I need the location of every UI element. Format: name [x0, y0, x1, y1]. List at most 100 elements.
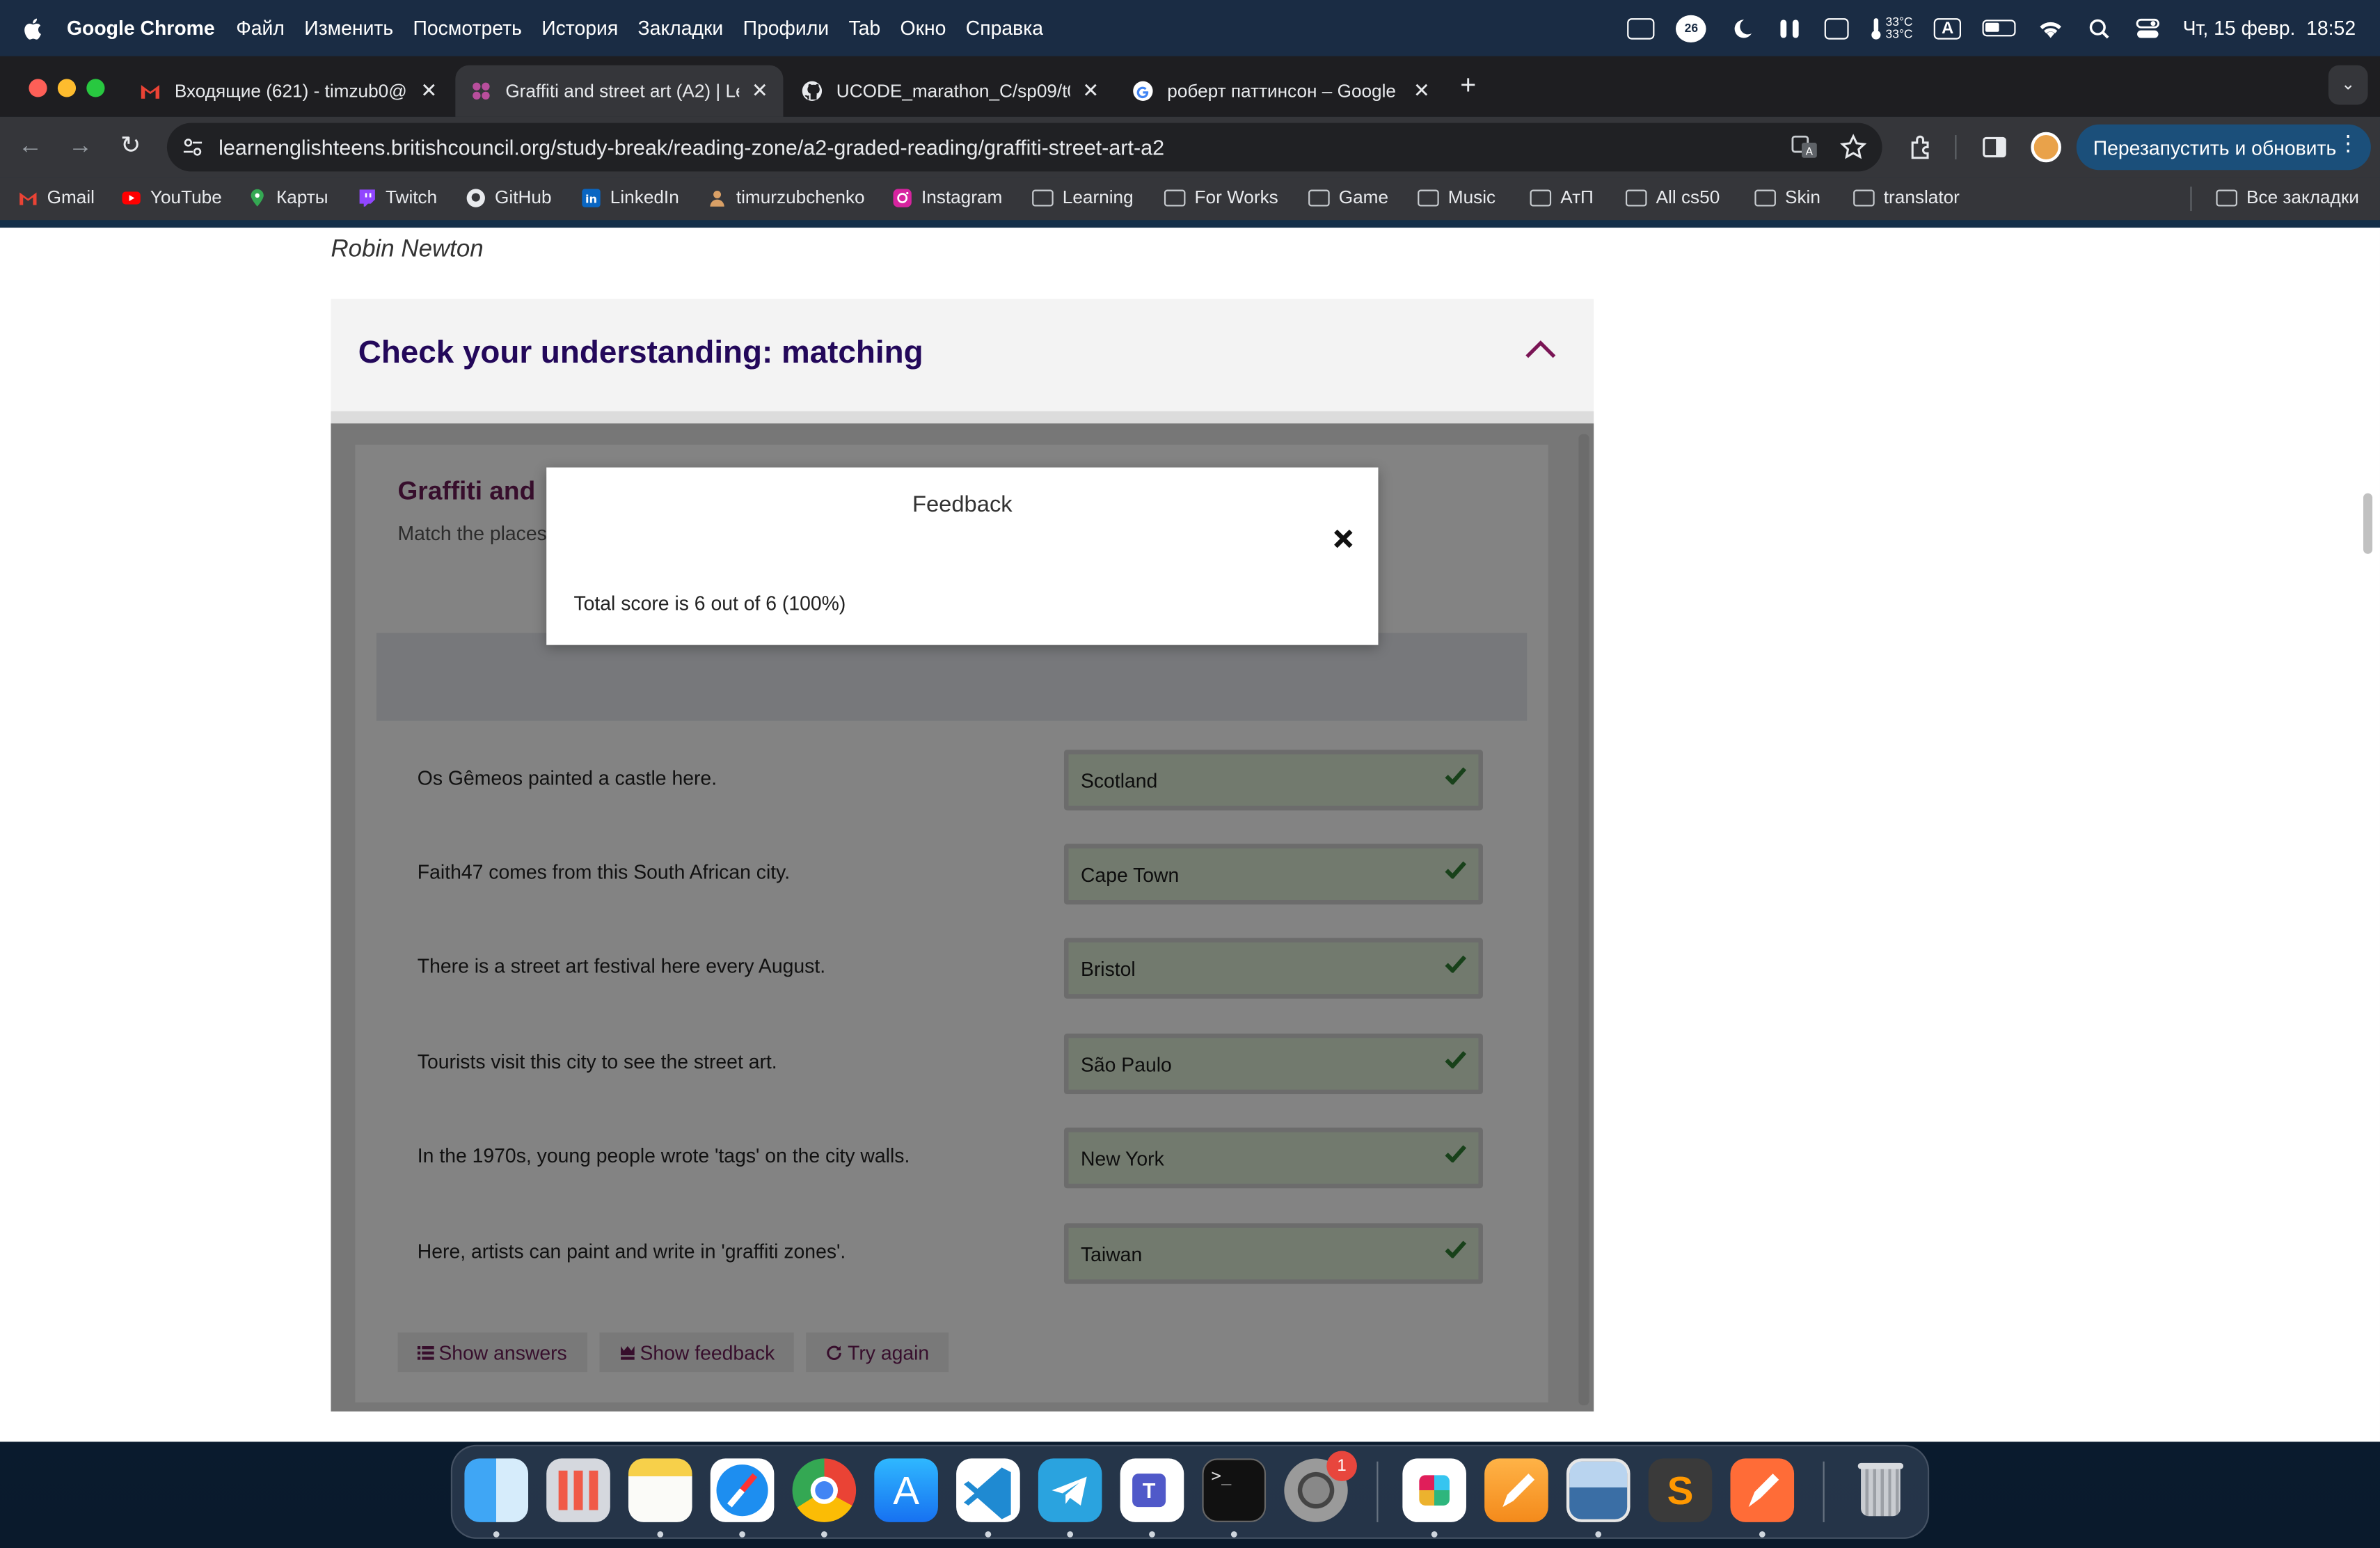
close-tab-icon[interactable]: ✕ — [1413, 79, 1430, 103]
teams-icon[interactable]: T — [1120, 1458, 1184, 1522]
menu-edit[interactable]: Изменить — [304, 17, 393, 40]
more-menu-icon[interactable]: ⋮ — [2338, 131, 2359, 157]
bookmark-folder-learning[interactable]: Learning — [1032, 187, 1134, 208]
folder-icon — [1418, 189, 1439, 206]
menu-window[interactable]: Окно — [901, 17, 946, 40]
relaunch-update-button[interactable]: Перезапустить и обновить ⋮ — [2076, 124, 2371, 171]
notifications-icon[interactable]: 26 — [1676, 14, 1707, 42]
bookmark-instagram[interactable]: Instagram — [892, 187, 1002, 208]
article-author: Robin Newton — [331, 237, 484, 263]
notes-icon[interactable] — [628, 1458, 692, 1522]
svg-text:A: A — [1806, 145, 1814, 157]
side-panel-icon[interactable] — [1981, 134, 2008, 161]
spotlight-icon[interactable] — [2086, 17, 2113, 39]
folder-icon — [2216, 189, 2237, 206]
vscode-icon[interactable] — [956, 1458, 1020, 1522]
menu-help[interactable]: Справка — [966, 17, 1043, 40]
close-icon[interactable] — [1333, 528, 1354, 550]
close-tab-icon[interactable]: ✕ — [752, 79, 768, 103]
finder-icon[interactable] — [464, 1458, 529, 1522]
postman-icon[interactable] — [1730, 1458, 1795, 1522]
forward-button[interactable]: → — [65, 132, 96, 163]
wifi-icon[interactable] — [2037, 17, 2064, 39]
tab-github[interactable]: UCODE_marathon_C/sp09/t0 ✕ — [786, 65, 1114, 117]
close-tab-icon[interactable]: ✕ — [420, 79, 437, 103]
tab-gmail[interactable]: Входящие (621) - timzub0@ ✕ — [125, 65, 452, 117]
chrome-icon[interactable] — [792, 1458, 857, 1522]
back-button[interactable]: ← — [15, 132, 46, 163]
telegram-icon[interactable] — [1038, 1458, 1102, 1522]
tab-graffiti[interactable]: Graffiti and street art (A2) | LearnEngl… — [455, 65, 784, 117]
app-store-icon[interactable]: A — [874, 1458, 938, 1522]
accordion-header[interactable]: Check your understanding: matching — [331, 299, 1594, 411]
tab-search-button[interactable]: ⌄ — [2328, 65, 2368, 105]
safari-icon[interactable] — [710, 1458, 775, 1522]
preview-icon[interactable] — [1566, 1458, 1631, 1522]
translate-icon[interactable]: A — [1791, 134, 1818, 161]
bookmark-folder-for-works[interactable]: For Works — [1164, 187, 1278, 208]
clock[interactable]: Чт, 15 февр. 18:52 — [2183, 17, 2356, 40]
tab-strip: Входящие (621) - timzub0@ ✕ Graffiti and… — [0, 56, 2380, 117]
bookmark-star-icon[interactable] — [1839, 134, 1867, 161]
all-bookmarks[interactable]: Все закладки — [2216, 187, 2359, 208]
bookmark-folder-atp[interactable]: АтП — [1530, 187, 1594, 208]
menu-history[interactable]: История — [541, 17, 618, 40]
bookmark-github[interactable]: GitHub — [466, 187, 552, 208]
bookmark-folder-translator[interactable]: translator — [1853, 187, 1960, 208]
moon-icon[interactable] — [1728, 17, 1755, 39]
new-tab-button[interactable]: + — [1460, 70, 1476, 102]
reload-button[interactable]: ↻ — [116, 132, 146, 163]
menu-tab[interactable]: Tab — [848, 17, 880, 40]
running-indicator — [739, 1531, 745, 1538]
menu-bookmarks[interactable]: Закладки — [638, 17, 724, 40]
chevron-up-icon[interactable] — [1524, 338, 1557, 360]
menu-bar: Google Chrome Файл Изменить Посмотреть И… — [0, 0, 2380, 56]
bookmark-folder-game[interactable]: Game — [1308, 187, 1388, 208]
maximize-window-button[interactable] — [86, 79, 105, 97]
control-center-icon[interactable] — [2134, 17, 2161, 39]
app-name[interactable]: Google Chrome — [67, 17, 215, 40]
tab-google-search[interactable]: роберт паттинсон – Google Поиск ✕ — [1117, 65, 1445, 117]
bookmark-youtube[interactable]: YouTube — [121, 187, 222, 208]
close-tab-icon[interactable]: ✕ — [1082, 79, 1099, 103]
bookmark-linkedin[interactable]: in LinkedIn — [581, 187, 679, 208]
toolbar-divider — [1955, 135, 1957, 159]
pages-icon[interactable] — [1484, 1458, 1548, 1522]
bookmark-gmail[interactable]: Gmail — [18, 187, 95, 208]
minimize-window-button[interactable] — [57, 79, 77, 97]
battery-icon[interactable] — [1982, 19, 2016, 37]
bookmark-twitch[interactable]: Twitch — [357, 187, 437, 208]
profile-avatar[interactable] — [2031, 132, 2061, 163]
page-scrollbar[interactable] — [2363, 493, 2373, 554]
extensions-icon[interactable] — [1908, 134, 1935, 161]
maps-icon — [251, 188, 264, 206]
apple-icon[interactable] — [22, 16, 46, 40]
bookmark-folder-cs50[interactable]: All cs50 — [1625, 187, 1720, 208]
google-icon — [1133, 81, 1153, 101]
slack-icon[interactable] — [1402, 1458, 1466, 1522]
address-bar[interactable]: learnenglishteens.britishcouncil.org/stu… — [166, 123, 1882, 172]
airpods-icon[interactable] — [1776, 17, 1803, 39]
all-bookmarks-label: Все закладки — [2246, 187, 2359, 208]
launchpad-icon[interactable] — [546, 1458, 610, 1522]
running-indicator — [820, 1531, 827, 1538]
twitch-icon — [359, 189, 375, 206]
gmail-icon — [19, 191, 37, 205]
site-info-icon[interactable] — [182, 136, 204, 158]
input-source[interactable]: A — [1934, 17, 1962, 39]
sublime-text-icon[interactable]: S — [1648, 1458, 1713, 1522]
trash-icon[interactable] — [1849, 1458, 1913, 1522]
display-icon[interactable] — [1627, 17, 1655, 39]
menu-view[interactable]: Посмотреть — [413, 17, 522, 40]
close-window-button[interactable] — [29, 79, 47, 97]
bookmark-maps[interactable]: Карты — [248, 187, 328, 208]
temperature[interactable]: 33°C 33°C — [1871, 15, 1913, 40]
tab-label: UCODE_marathon_C/sp09/t0 — [836, 80, 1070, 102]
bookmark-profile[interactable]: timurzubchenko — [707, 187, 865, 208]
menu-file[interactable]: Файл — [236, 17, 285, 40]
terminal-icon[interactable]: >_ — [1202, 1458, 1267, 1522]
bookmark-folder-skin[interactable]: Skin — [1754, 187, 1820, 208]
bookmark-folder-music[interactable]: Music — [1418, 187, 1496, 208]
windows-icon[interactable] — [1825, 17, 1850, 39]
menu-profiles[interactable]: Профили — [743, 17, 829, 40]
